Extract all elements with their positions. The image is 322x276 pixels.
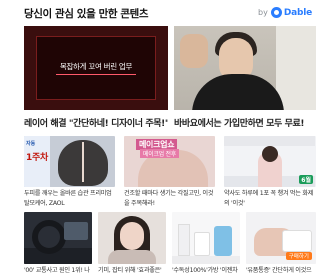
widget-header: 당신이 관심 있을 만한 콘텐츠 by Dable [0,0,322,26]
content-card-babayo[interactable]: 바바요에서는 가입만하면 모두 무료! [174,26,316,132]
card-thumbnail: 6월 [224,136,316,187]
card-title: 바바요에서는 가입만하면 모두 무료! [174,119,305,129]
thumbnail-overlay-text: 복잡하게 꼬여 버린 업무 [55,61,137,75]
card-title: '00' 교통사고 원인 1위! 나한 사고를 위한 이야 [24,267,90,274]
thumbnail-tag: 6월 [299,175,313,184]
card-title: '수독성100%'가방 '이젠차림' 함께 만든 결상이 공조 [172,267,238,274]
thumbnail-screen: 복잡하게 꼬여 버린 업무 [36,36,156,100]
card-title: 기미, 잡티 위해 '효과좋은' 7일 사용 실력 확인 [98,267,162,274]
content-card-blemish[interactable]: 기미, 잡티 위해 '효과좋은' 7일 사용 실력 확인 [98,212,166,276]
card-thumbnail: 메이크업쇼 메이크업 전후 [124,136,215,187]
thumbnail-label: 자동 [26,141,36,147]
brand-by-label: by [258,8,268,17]
content-card-layer[interactable]: 복잡하게 꼬여 버린 업무 레이어 해결 "간단하네! 디자이너 주목!" [24,26,168,132]
brand-name: Dable [283,7,312,18]
card-title: 건조할 때마다 생기는 각질고민, 이것을 주목해라! [124,190,214,207]
card-thumbnail: 복잡하게 꼬여 버린 업무 [24,26,168,110]
content-card-skin[interactable]: 메이크업쇼 메이크업 전후 건조할 때마다 생기는 각질고민, 이것을 주목해라… [124,136,215,212]
thumbnail-badge: 1주차 [26,153,48,163]
card-thumbnail [174,26,316,110]
content-card-zaol[interactable]: 자동 1주차 두피를 깨우는 올바른 습관 프리미엄 탈모케어, ZAOL [24,136,115,212]
thumbnail-subtitle: 메이크업 전후 [140,149,179,158]
card-title: 약사도 하루에 1포 꼭 챙겨 먹는 화제의 '이것' [224,190,314,207]
recommendation-widget: 당신이 관심 있을 만한 콘텐츠 by Dable 복잡하게 꼬여 버린 업무 … [0,0,322,276]
card-title: 두피를 깨우는 올바른 습관 프리미엄 탈모케어, ZAOL [24,190,112,207]
content-card-pain[interactable]: 구매하기 '유품통증' 간단하게 이것으로 수술 없이 해결! [246,212,316,276]
card-thumbnail [24,212,92,264]
content-card-traffic[interactable]: '00' 교통사고 원인 1위! 나한 사고를 위한 이야 [24,212,92,276]
content-card-pharmacist[interactable]: 6월 약사도 하루에 1포 꼭 챙겨 먹는 화제의 '이것' [224,136,316,212]
widget-title: 당신이 관심 있을 만한 콘텐츠 [24,8,149,20]
card-title: 레이어 해결 "간단하네! 디자이너 주목!" [24,119,168,129]
card-thumbnail: 자동 1주차 [24,136,115,187]
card-thumbnail: 구매하기 [246,212,316,264]
dable-logo-icon [270,7,282,18]
thumbnail-button: 구매하기 [285,252,312,260]
content-card-bag[interactable]: '수독성100%'가방 '이젠차림' 함께 만든 결상이 공조 [172,212,240,276]
card-thumbnail [172,212,240,264]
card-title: '유품통증' 간단하게 이것으로 수술 없이 해결! [246,267,312,274]
dable-brand[interactable]: by Dable [258,7,312,18]
card-thumbnail [98,212,166,264]
